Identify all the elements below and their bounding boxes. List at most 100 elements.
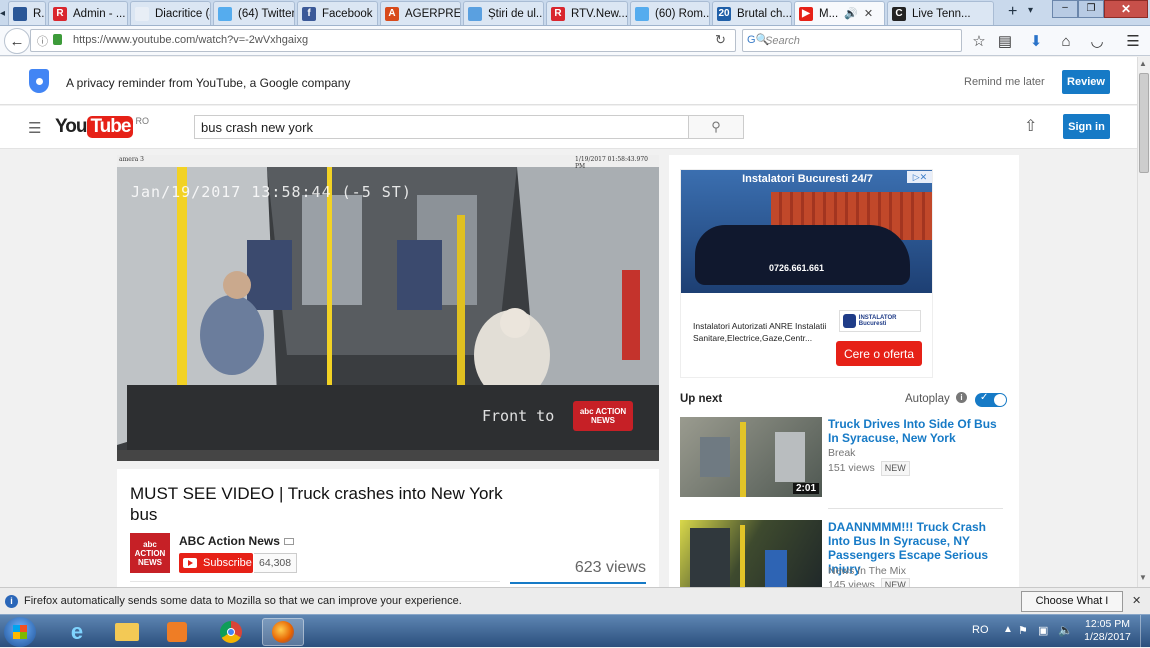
adchoices-icon[interactable]: ▷✕ (907, 171, 932, 183)
tab-2[interactable]: Diacritice (ăâî... (130, 1, 211, 25)
tab-8[interactable]: (60) Rom... (630, 1, 710, 25)
flag-icon[interactable]: ⚑ (1018, 624, 1028, 637)
show-desktop-button[interactable] (1140, 615, 1150, 648)
tab-list-button[interactable]: ▾ (1028, 5, 1033, 16)
scroll-thumb[interactable] (1139, 73, 1149, 173)
recommended-views: 145 views NEW (828, 578, 910, 587)
tab-1[interactable]: R Admin - ... (48, 1, 128, 25)
up-next-item[interactable]: 2:01 Truck Drives Into Side Of Bus In Sy… (680, 417, 1010, 501)
tab-4[interactable]: f Facebook (297, 1, 378, 25)
abc-badge-text: abc ACTION NEWS (579, 407, 627, 425)
channel-avatar[interactable]: abc ACTION NEWS (130, 533, 170, 573)
ad-banner-title: Instalatori Bucuresti 24/7 (742, 173, 873, 185)
back-button[interactable]: ← (4, 28, 30, 54)
internet-explorer-icon[interactable]: e (56, 618, 98, 646)
subscriber-count: 64,308 (254, 553, 298, 573)
info-icon: i (5, 595, 18, 608)
remind-later-button[interactable]: Remind me later (964, 76, 1045, 88)
audio-playing-icon[interactable]: 🔊 (844, 7, 858, 20)
ad-cta-button[interactable]: Cere o oferta (836, 341, 922, 366)
pocket-icon[interactable]: ◡ (1086, 30, 1108, 52)
close-tab-icon[interactable]: ✕ (864, 7, 873, 20)
generic-tab-icon (13, 6, 27, 21)
tab-label: Admin - ... (73, 7, 126, 20)
search-query-text: bus crash new york (201, 120, 313, 135)
upload-icon[interactable]: ⇧ (1024, 116, 1037, 136)
chrome-icon[interactable] (210, 618, 252, 646)
video-player[interactable]: amera 3 1/19/2017 01:58:43.970 PM Jan/19… (117, 155, 659, 461)
ad-van (695, 225, 910, 285)
review-button[interactable]: Review (1062, 70, 1110, 94)
tab-7[interactable]: R RTV.New... (546, 1, 628, 25)
tab-11[interactable]: C Live Tenn... (887, 1, 994, 25)
downloads-icon[interactable]: ⬇ (1025, 30, 1047, 52)
tab-strip: ◂ R...RAdmin - ...Diacritice (ăâî...(64)… (0, 0, 1150, 26)
search-placeholder: Search (765, 35, 800, 47)
subscribe-button[interactable]: Subscribe (179, 553, 253, 573)
watch-sidebar: Instalatori Bucuresti 24/7 0726.661.661 … (669, 155, 1019, 587)
channel-name-text: ABC Action News (179, 534, 280, 548)
scroll-down-arrow[interactable]: ▼ (1139, 573, 1147, 582)
browser-search-box[interactable]: G🔍 Search (742, 29, 962, 52)
close-window-button[interactable]: ✕ (1104, 0, 1148, 18)
tray-expand-icon[interactable]: ▲ (1003, 624, 1013, 635)
tab-3[interactable]: (64) Twitter (213, 1, 295, 25)
ad-logo-mark-icon (843, 314, 856, 328)
volume-icon[interactable]: 🔈 (1058, 623, 1073, 637)
ad-logo: INSTALATOR Bucuresti (839, 310, 921, 332)
blank-page-icon (135, 6, 149, 21)
video-thumbnail: 2:01 (680, 417, 822, 497)
sign-in-button[interactable]: Sign in (1063, 114, 1110, 139)
tab-0[interactable]: R... (8, 1, 46, 25)
tab-label: R... (33, 7, 45, 20)
media-player-icon[interactable] (156, 618, 198, 646)
clock[interactable]: 12:05 PM 1/28/2017 (1080, 618, 1135, 644)
info-icon[interactable]: ⓘ (37, 33, 48, 49)
choose-what-i-share-button[interactable]: Choose What I Share (1021, 591, 1123, 626)
firefox-icon[interactable] (262, 618, 304, 646)
youtube-header: ☰ You Tube RO bus crash new york ⚲ ⇧ Sig… (0, 106, 1137, 149)
minimize-button[interactable]: – (1052, 0, 1078, 18)
twenty-icon: 20 (717, 6, 731, 21)
channel-name[interactable]: ABC Action News (179, 534, 294, 548)
maximize-button[interactable]: ❐ (1078, 0, 1104, 18)
youtube-search-button[interactable]: ⚲ (688, 115, 744, 139)
close-notification-icon[interactable]: ✕ (1132, 594, 1141, 607)
youtube-search-input[interactable]: bus crash new york (194, 115, 689, 139)
url-text: https://www.youtube.com/watch?v=-2wVxhga… (73, 34, 309, 46)
reload-icon[interactable]: ↻ (715, 32, 726, 48)
logo-you: You (55, 116, 88, 137)
abc-news-badge: abc ACTION NEWS (573, 401, 633, 431)
url-bar[interactable]: ⓘ https://www.youtube.com/watch?v=-2wVxh… (30, 29, 736, 52)
network-icon[interactable]: ▣ (1038, 624, 1048, 637)
clock-time: 12:05 PM (1085, 618, 1130, 630)
home-icon[interactable]: ⌂ (1055, 30, 1077, 52)
up-next-item[interactable]: DAANNMMM!!! Truck Crash Into Bus In Syra… (680, 520, 1010, 587)
check-icon: ✓ (980, 392, 989, 403)
start-button[interactable] (4, 617, 36, 647)
admin-r-icon: R (53, 6, 67, 21)
menu-icon[interactable]: ☰ (1122, 30, 1144, 52)
file-explorer-icon[interactable] (106, 618, 148, 646)
tab-label: Diacritice (ăâî... (155, 7, 210, 20)
reading-list-icon[interactable]: ▤ (994, 30, 1016, 52)
guide-menu-icon[interactable]: ☰ (28, 119, 41, 137)
video-thumbnail (680, 520, 822, 587)
twitter-icon (218, 6, 232, 21)
youtube-logo[interactable]: You Tube RO (55, 116, 149, 138)
tab-6[interactable]: Știri de ul... (463, 1, 544, 25)
tab-5[interactable]: A AGERPRE... (380, 1, 461, 25)
ad-banner[interactable]: Instalatori Bucuresti 24/7 0726.661.661 … (680, 169, 933, 378)
privacy-shield-icon (29, 69, 49, 93)
scroll-up-arrow[interactable]: ▲ (1139, 59, 1147, 68)
tab-9[interactable]: 20 Brutal ch... (712, 1, 792, 25)
language-indicator[interactable]: RO (972, 624, 989, 636)
news-icon (468, 6, 482, 21)
new-tab-button[interactable]: + (1008, 3, 1024, 21)
autoplay-info-icon[interactable]: i (956, 392, 967, 403)
up-next-label: Up next (680, 393, 723, 405)
bookmark-star-icon[interactable]: ☆ (968, 30, 990, 52)
tab-10[interactable]: ▶ M... 🔊 ✕ (794, 1, 885, 25)
page-scrollbar[interactable]: ▲ ▼ (1137, 57, 1150, 587)
autoplay-toggle[interactable]: ✓ (975, 392, 1007, 407)
